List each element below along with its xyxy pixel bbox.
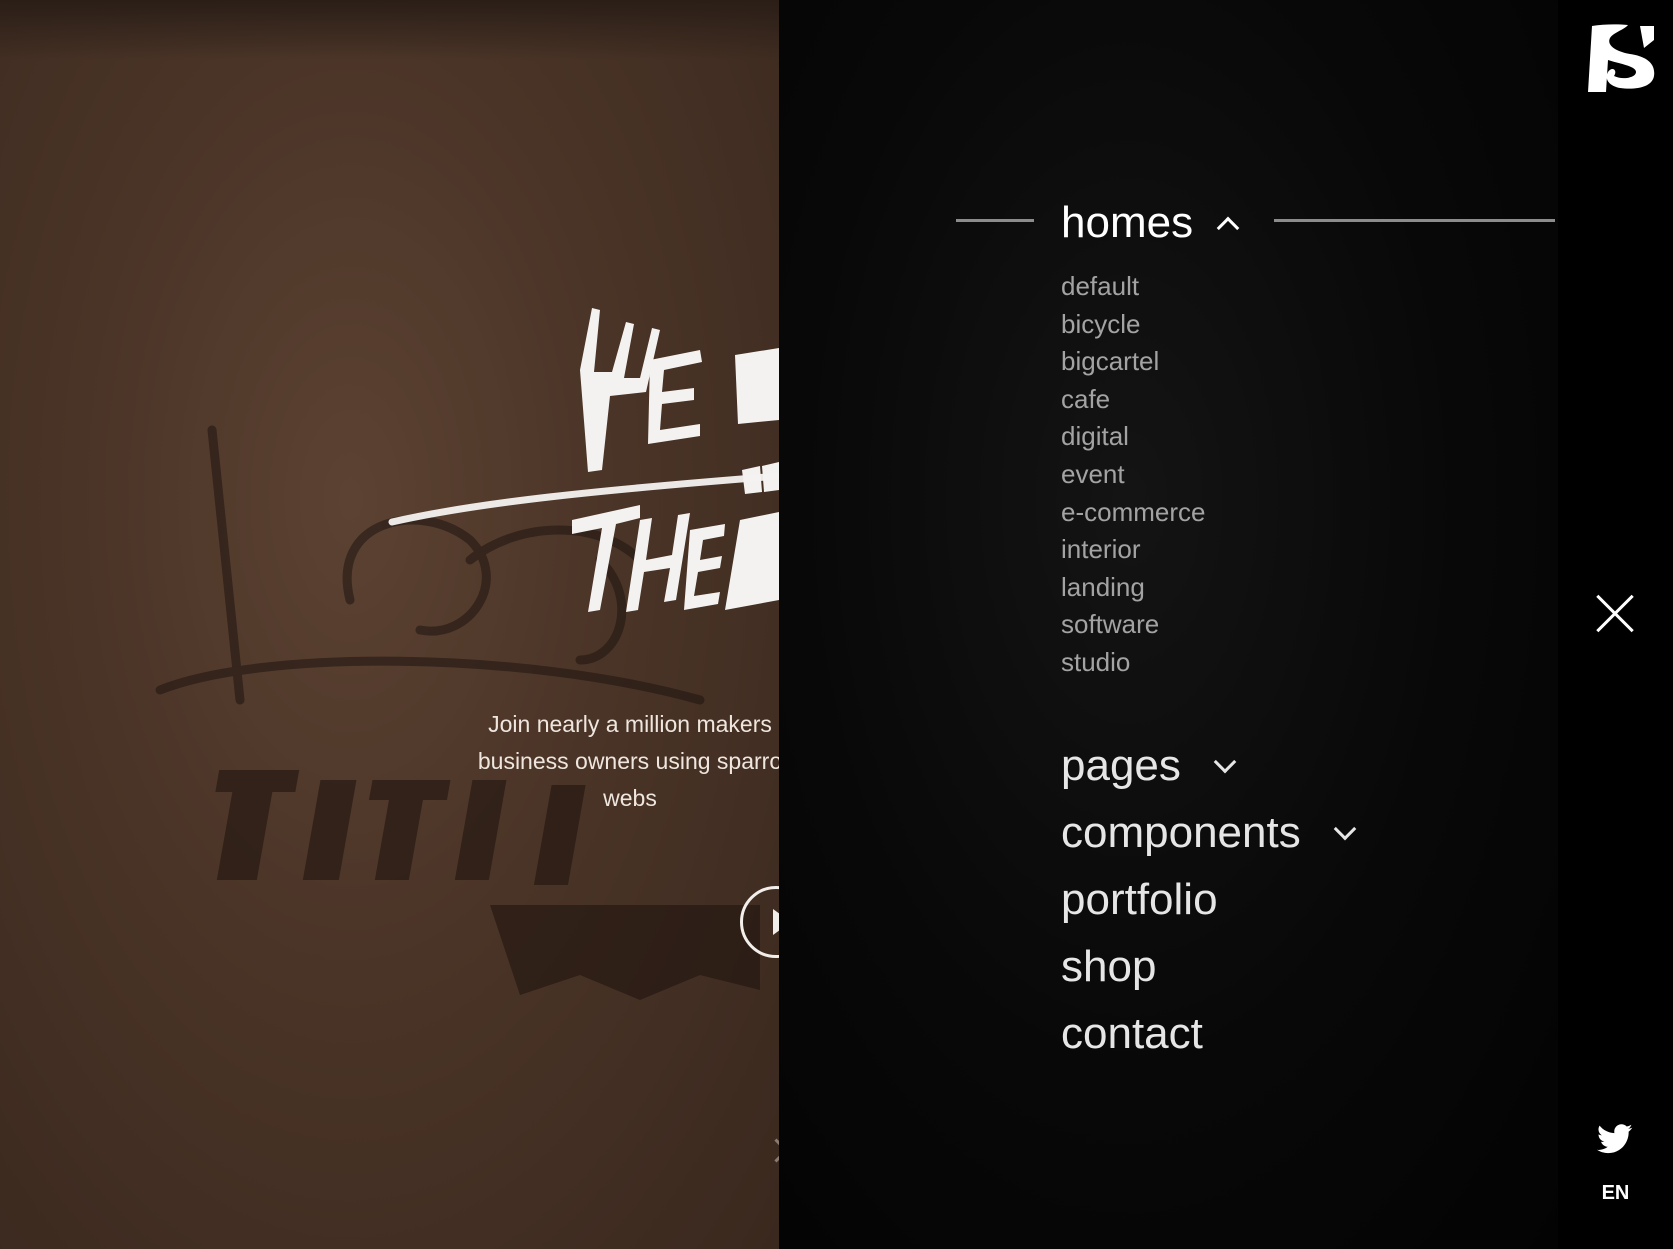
submenu-item-studio[interactable]: studio [1061,644,1205,682]
submenu-item-bigcartel[interactable]: bigcartel [1061,343,1205,381]
menu-item-homes[interactable]: homes [779,188,1558,258]
hero-background-art [155,308,779,1000]
menu-item-components-label[interactable]: components [1061,808,1301,857]
menu-item-pages-label[interactable]: pages [1061,741,1181,790]
divider-left [956,219,1034,222]
close-icon[interactable] [1593,592,1637,636]
menu-item-components[interactable]: components [1061,799,1357,866]
submenu-item-software[interactable]: software [1061,606,1205,644]
menu-item-homes-label[interactable]: homes [1061,188,1193,258]
chevron-down-icon[interactable] [1333,817,1357,841]
homes-submenu: default bicycle bigcartel cafe digital e… [1061,268,1205,682]
divider-right [1274,219,1555,222]
menu-item-pages[interactable]: pages [1061,732,1353,799]
twitter-icon[interactable] [1597,1124,1633,1154]
menu-item-contact[interactable]: contact [1061,1000,1353,1067]
submenu-item-bicycle[interactable]: bicycle [1061,306,1205,344]
submenu-item-event[interactable]: event [1061,456,1205,494]
chevron-down-icon[interactable] [1213,750,1237,774]
hero-subtitle: Join nearly a million makers business ow… [477,711,779,811]
submenu-item-cafe[interactable]: cafe [1061,381,1205,419]
menu-item-portfolio[interactable]: portfolio [1061,866,1353,933]
language-selector[interactable]: EN [1558,1182,1673,1205]
chevron-up-icon[interactable] [1216,216,1240,240]
side-strip: EN [1558,0,1673,1249]
hero-section: Join nearly a million makers business ow… [0,0,779,1249]
submenu-item-default[interactable]: default [1061,268,1205,306]
brand-logo[interactable] [1584,22,1658,94]
main-menu-list: pages components portfolio shop contact [1061,732,1357,1067]
navigation-menu: homes default bicycle bigcartel cafe dig… [779,0,1558,1249]
submenu-item-interior[interactable]: interior [1061,531,1205,569]
submenu-item-e-commerce[interactable]: e-commerce [1061,494,1205,532]
menu-item-shop[interactable]: shop [1061,933,1353,1000]
submenu-item-digital[interactable]: digital [1061,418,1205,456]
submenu-item-landing[interactable]: landing [1061,569,1205,607]
